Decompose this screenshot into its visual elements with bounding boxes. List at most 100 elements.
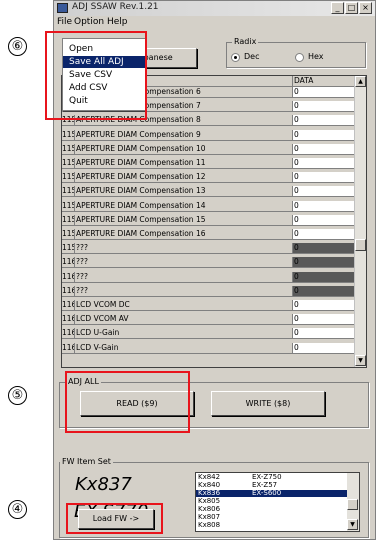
menu-item-save-all-adj[interactable]: Save All ADJ xyxy=(63,56,145,68)
row-data-value[interactable]: 0 xyxy=(293,101,356,113)
maximize-button[interactable]: □ xyxy=(345,2,358,14)
row-number: 1160 xyxy=(62,257,75,269)
row-data-value[interactable]: 0 xyxy=(293,214,356,226)
radix-label: Radix xyxy=(232,37,259,46)
menu-item-save-csv[interactable]: Save CSV xyxy=(63,69,145,81)
write-button-label: WRITE ($8) xyxy=(245,399,291,408)
row-data-value[interactable]: 0 xyxy=(293,285,356,297)
table-row[interactable]: 1150APERTURE DIAM Compensation 80 xyxy=(62,115,356,127)
row-number: 1151 xyxy=(62,129,75,141)
fw-code: Kx805 xyxy=(198,497,221,505)
menu-file[interactable]: File xyxy=(57,17,72,27)
menu-item-open[interactable]: Open xyxy=(63,43,145,55)
table-row[interactable]: 1153APERTURE DIAM Compensation 110 xyxy=(62,158,356,169)
row-data-value[interactable]: 0 xyxy=(293,257,356,269)
row-item-name: ??? xyxy=(75,271,293,283)
list-item[interactable]: Kx840 EX-Z57 xyxy=(196,482,348,489)
app-icon xyxy=(57,3,68,13)
list-item[interactable]: Kx807 xyxy=(196,514,348,521)
row-number: 1165 xyxy=(62,328,75,340)
row-item-name: APERTURE DIAM Compensation 8 xyxy=(75,115,293,127)
callout-6: ⑥ xyxy=(8,37,27,56)
list-item[interactable]: Kx808 xyxy=(196,522,348,529)
row-data-value[interactable]: 0 xyxy=(293,172,356,184)
row-data-value[interactable]: 0 xyxy=(293,186,356,198)
read-button[interactable]: READ ($9) xyxy=(80,391,194,416)
row-data-value[interactable]: 0 xyxy=(293,342,356,354)
fw-list-scroll-down-icon[interactable]: ▼ xyxy=(347,519,358,530)
menu-item-quit[interactable]: Quit xyxy=(63,95,145,107)
scroll-down-icon[interactable]: ▼ xyxy=(355,355,366,366)
fw-list-scrollbar[interactable]: ▼ xyxy=(347,473,359,531)
scroll-up-icon[interactable]: ▲ xyxy=(355,76,366,87)
list-item[interactable]: Kx836 EX-S600 xyxy=(196,490,348,497)
fw-model: EX-Z750 xyxy=(252,473,282,481)
row-number: 1159 xyxy=(62,243,75,255)
grid-scrollbar[interactable]: ▲ ▼ xyxy=(354,76,366,367)
menu-item-add-csv[interactable]: Add CSV xyxy=(63,82,145,94)
table-row[interactable]: 1165LCD U-Gain0 xyxy=(62,328,356,340)
row-data-value[interactable]: 0 xyxy=(293,243,356,255)
table-row[interactable]: 1163LCD VCOM DC0 xyxy=(62,300,356,311)
row-data-value[interactable]: 0 xyxy=(293,300,356,311)
table-row[interactable]: 1159???0 xyxy=(62,243,356,255)
fw-code: Kx806 xyxy=(198,505,221,513)
row-data-value[interactable]: 0 xyxy=(293,229,356,240)
fw-model: EX-S600 xyxy=(252,489,282,497)
row-data-value[interactable]: 0 xyxy=(293,200,356,212)
table-row[interactable]: 1157APERTURE DIAM Compensation 150 xyxy=(62,214,356,226)
row-data-value[interactable]: 0 xyxy=(293,158,356,169)
table-row[interactable]: 1158APERTURE DIAM Compensation 160 xyxy=(62,229,356,240)
fw-code: Kx840 xyxy=(198,481,221,489)
grid-header-data: DATA xyxy=(293,76,356,87)
write-button[interactable]: WRITE ($8) xyxy=(211,391,325,416)
row-item-name: APERTURE DIAM Compensation 15 xyxy=(75,214,293,226)
minimize-button[interactable]: _ xyxy=(331,2,344,14)
row-data-value[interactable]: 0 xyxy=(293,314,356,326)
row-item-name: APERTURE DIAM Compensation 14 xyxy=(75,200,293,212)
read-button-label: READ ($9) xyxy=(116,399,158,408)
menu-help[interactable]: Help xyxy=(107,17,128,27)
adjustment-grid[interactable]: DATA 1149APERTURE DIAM Compensation 6011… xyxy=(61,75,367,368)
row-data-value[interactable]: 0 xyxy=(293,115,356,127)
row-data-value[interactable]: 0 xyxy=(293,143,356,155)
row-number: 1155 xyxy=(62,186,75,198)
table-row[interactable]: 1156APERTURE DIAM Compensation 140 xyxy=(62,200,356,212)
row-number: 1157 xyxy=(62,214,75,226)
table-row[interactable]: 1166LCD V-Gain0 xyxy=(62,342,356,354)
list-item[interactable]: Kx842 EX-Z750 xyxy=(196,474,348,481)
load-fw-button-label: Load FW -> xyxy=(92,514,140,523)
list-item[interactable]: Kx805 xyxy=(196,498,348,505)
load-fw-button[interactable]: Load FW -> xyxy=(78,509,154,529)
table-row[interactable]: 1160???0 xyxy=(62,257,356,269)
row-data-value[interactable]: 0 xyxy=(293,87,356,98)
row-item-name: ??? xyxy=(75,243,293,255)
row-number: 1162 xyxy=(62,285,75,297)
window-title: ADJ SSAW Rev.1.21 xyxy=(72,2,159,12)
table-row[interactable]: 1151APERTURE DIAM Compensation 90 xyxy=(62,129,356,141)
row-data-value[interactable]: 0 xyxy=(293,328,356,340)
row-number: 1163 xyxy=(62,300,75,311)
radix-dec-radio[interactable] xyxy=(231,53,240,62)
list-item[interactable]: Kx806 xyxy=(196,506,348,513)
row-item-name: LCD V-Gain xyxy=(75,342,293,354)
close-button[interactable]: × xyxy=(359,2,372,14)
table-row[interactable]: 1155APERTURE DIAM Compensation 130 xyxy=(62,186,356,198)
fw-code: Kx808 xyxy=(198,521,221,529)
fw-item-set-label: FW Item Set xyxy=(60,457,113,466)
table-row[interactable]: 1161???0 xyxy=(62,271,356,283)
row-data-value[interactable]: 0 xyxy=(293,271,356,283)
callout-4: ④ xyxy=(8,500,27,519)
scroll-thumb[interactable] xyxy=(355,239,366,251)
radix-dec-label: Dec xyxy=(244,52,260,61)
table-row[interactable]: 1152APERTURE DIAM Compensation 100 xyxy=(62,143,356,155)
row-data-value[interactable]: 0 xyxy=(293,129,356,141)
table-row[interactable]: 1164LCD VCOM AV0 xyxy=(62,314,356,326)
callout-5: ⑤ xyxy=(8,386,27,405)
table-row[interactable]: 1154APERTURE DIAM Compensation 120 xyxy=(62,172,356,184)
menu-option[interactable]: Option xyxy=(74,17,104,27)
fw-list-thumb[interactable] xyxy=(347,499,358,510)
fw-model-list[interactable]: Kx842 EX-Z750 Kx840 EX-Z57 Kx836 EX-S600 Kx805… xyxy=(195,472,360,532)
radix-hex-radio[interactable] xyxy=(295,53,304,62)
table-row[interactable]: 1162???0 xyxy=(62,285,356,297)
